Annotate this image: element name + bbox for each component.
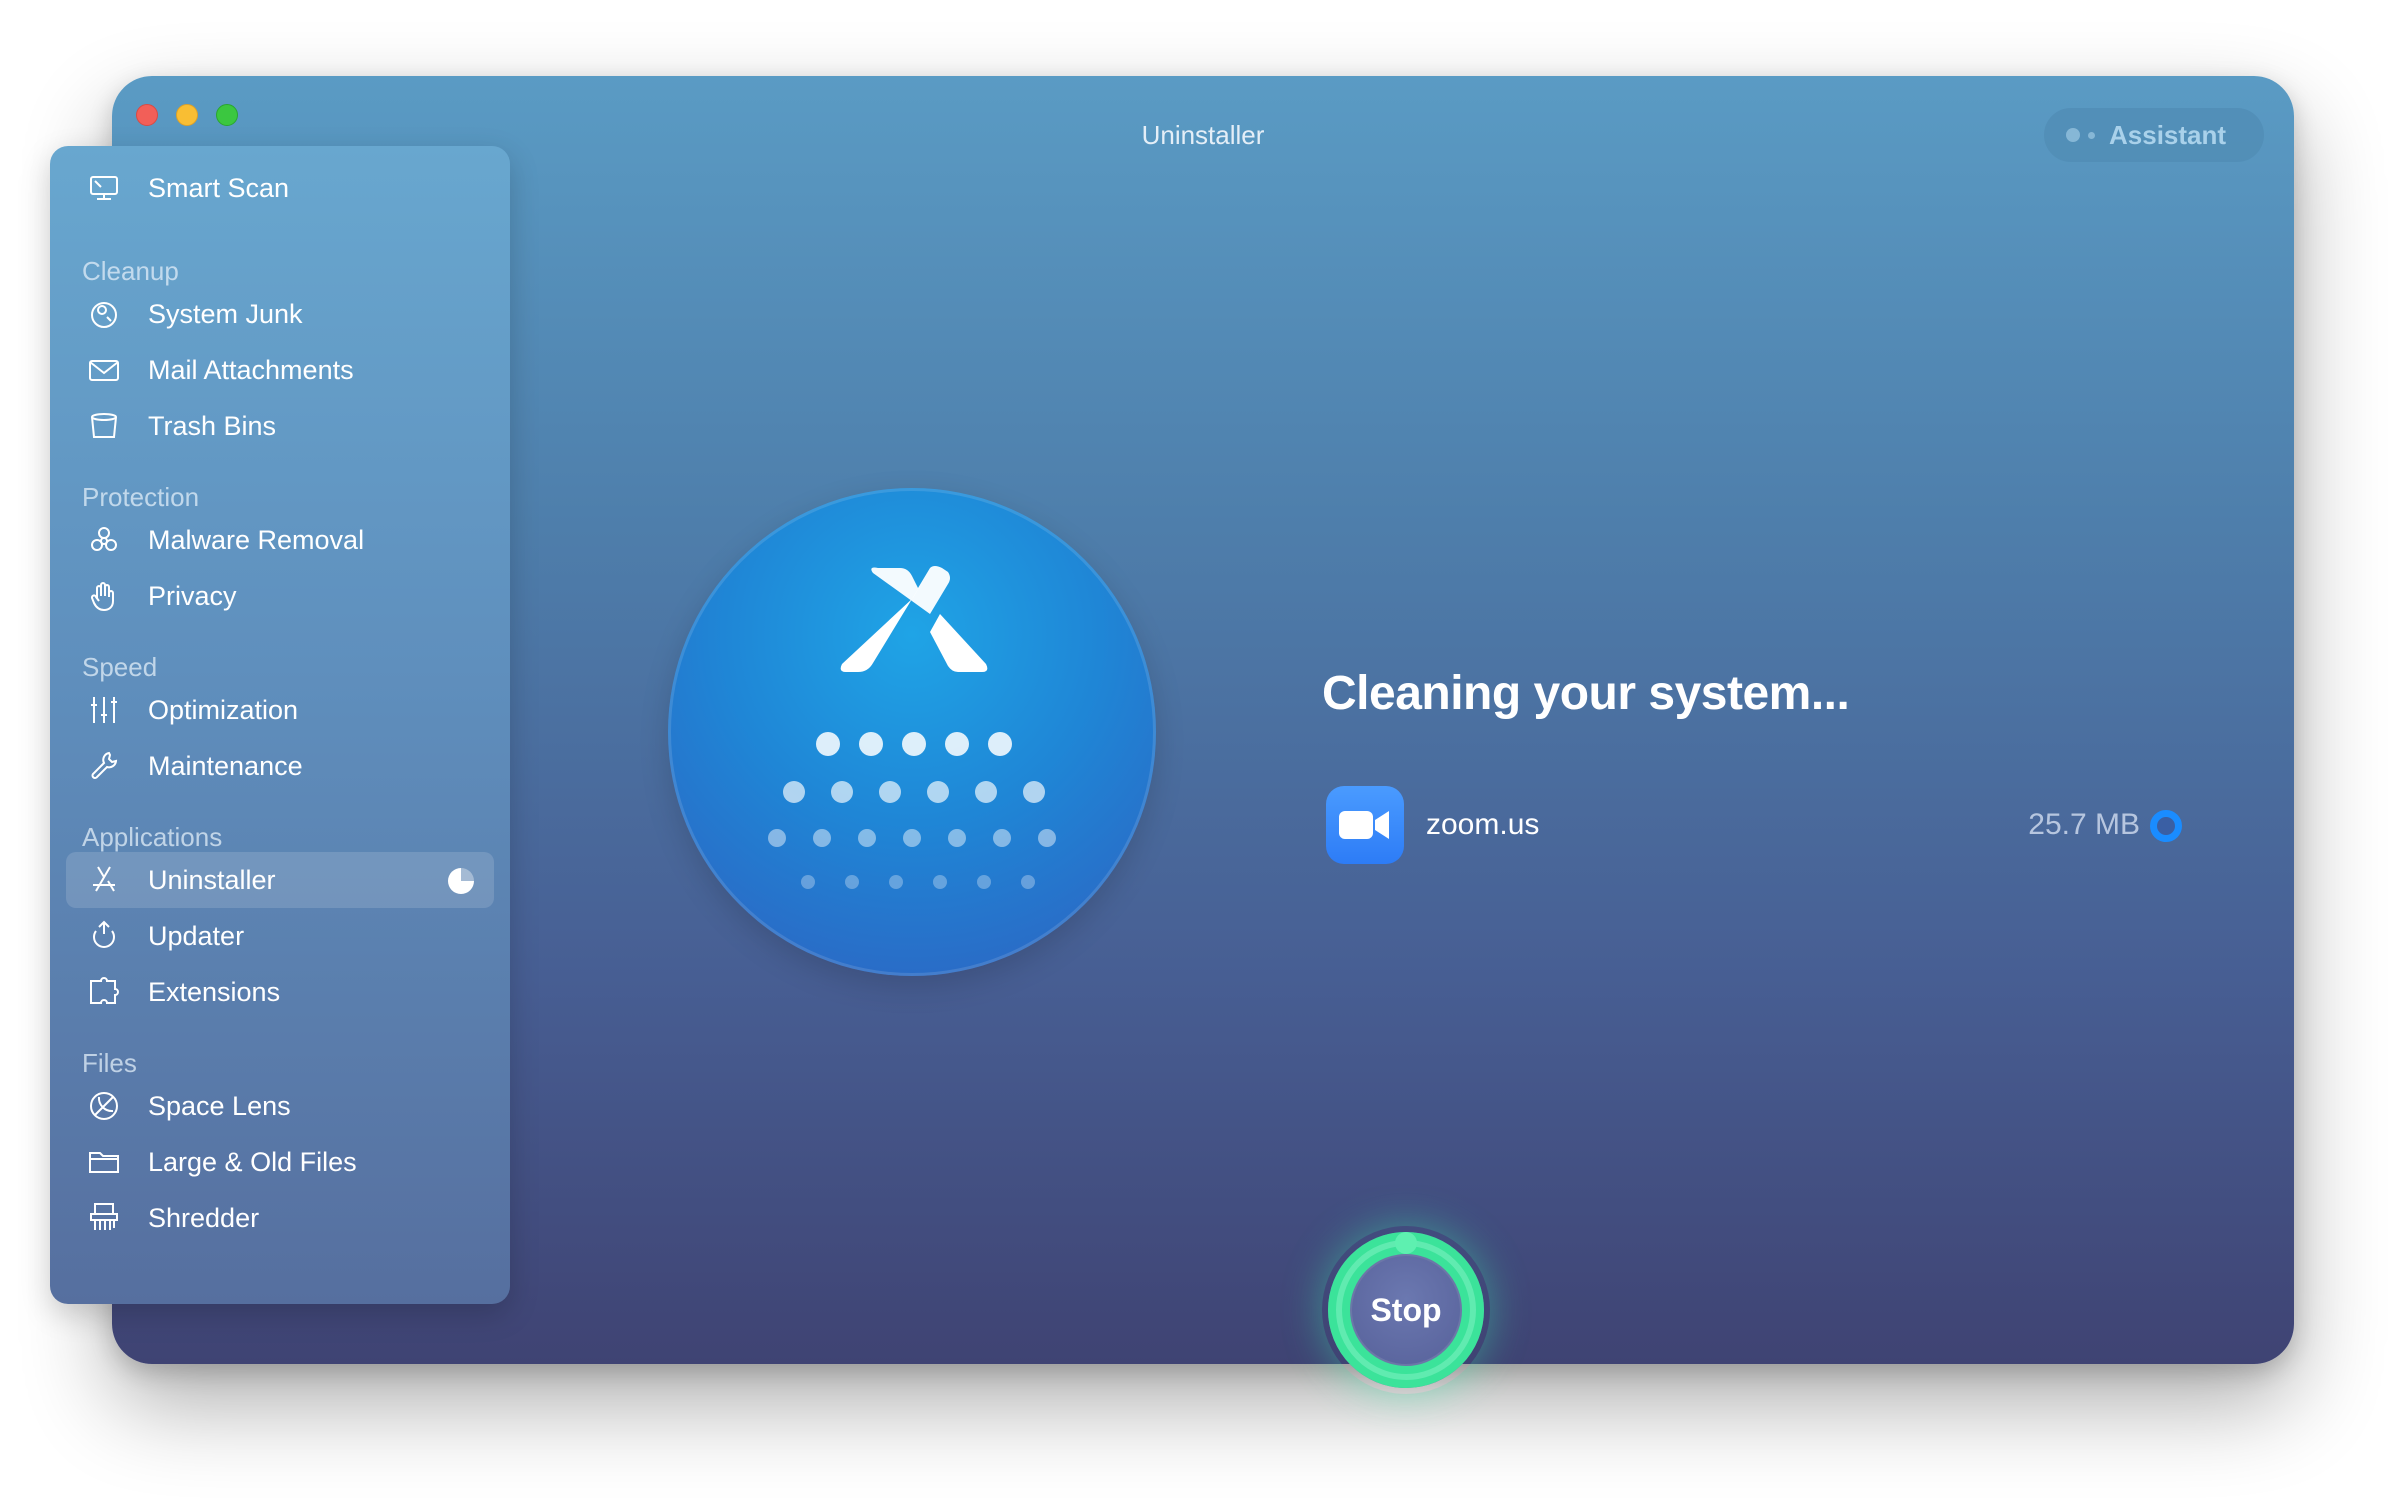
selection-checkbox[interactable] <box>2150 810 2182 842</box>
sidebar-item-extensions[interactable]: Extensions <box>66 964 494 1020</box>
sidebar-item-label: Updater <box>148 920 245 951</box>
sidebar-item-maintenance[interactable]: Maintenance <box>66 738 494 794</box>
sidebar-item-large-old-files[interactable]: Large & Old Files <box>66 1134 494 1190</box>
list-item[interactable]: zoom.us 25.7 MB <box>1326 786 2246 866</box>
system-junk-icon <box>86 296 122 332</box>
sidebar-item-label: Large & Old Files <box>148 1146 357 1177</box>
video-camera-icon <box>1326 786 1404 864</box>
sidebar-item-label: Space Lens <box>148 1090 291 1121</box>
sidebar: Smart Scan Cleanup System Junk Mail Atta… <box>50 146 510 1304</box>
section-header-cleanup: Cleanup <box>82 256 179 286</box>
folder-icon <box>86 1144 122 1180</box>
envelope-icon <box>86 352 122 388</box>
sidebar-item-label: Extensions <box>148 976 281 1007</box>
sidebar-item-label: Mail Attachments <box>148 354 354 385</box>
sidebar-item-label: Smart Scan <box>148 172 290 203</box>
sidebar-item-mail-attachments[interactable]: Mail Attachments <box>66 342 494 398</box>
sidebar-item-optimization[interactable]: Optimization <box>66 682 494 738</box>
sidebar-item-malware-removal[interactable]: Malware Removal <box>66 512 494 568</box>
sliders-icon <box>86 692 122 728</box>
sidebar-item-smart-scan[interactable]: Smart Scan <box>66 160 494 216</box>
sidebar-item-label: Optimization <box>148 694 299 725</box>
shredder-icon <box>86 1200 122 1236</box>
uninstaller-illustration <box>668 488 1156 976</box>
app-name: zoom.us <box>1426 808 1540 841</box>
sidebar-item-label: Trash Bins <box>148 410 277 441</box>
sidebar-item-uninstaller[interactable]: Uninstaller <box>66 852 494 908</box>
assistant-button[interactable]: Assistant <box>2044 108 2264 162</box>
status-heading: Cleaning your system... <box>1322 667 1850 720</box>
section-header-speed: Speed <box>82 652 158 682</box>
sidebar-item-label: Shredder <box>148 1202 260 1233</box>
sidebar-item-shredder[interactable]: Shredder <box>66 1190 494 1246</box>
stop-button[interactable]: Stop <box>1352 1256 1460 1364</box>
assistant-label: Assistant <box>2109 119 2227 150</box>
section-header-files: Files <box>82 1048 137 1078</box>
sidebar-item-updater[interactable]: Updater <box>66 908 494 964</box>
sidebar-item-system-junk[interactable]: System Junk <box>66 286 494 342</box>
uninstaller-icon <box>86 862 122 898</box>
puzzle-icon <box>86 974 122 1010</box>
biohazard-icon <box>86 522 122 558</box>
space-lens-icon <box>86 1088 122 1124</box>
trash-icon <box>86 408 122 444</box>
updater-icon <box>86 918 122 954</box>
assistant-dot-small-icon <box>2088 131 2095 139</box>
sidebar-item-label: Malware Removal <box>148 524 365 555</box>
sidebar-item-space-lens[interactable]: Space Lens <box>66 1078 494 1134</box>
stop-button-ring: Stop <box>1322 1226 1490 1394</box>
hand-icon <box>86 578 122 614</box>
wrench-icon <box>86 748 122 784</box>
sidebar-item-trash-bins[interactable]: Trash Bins <box>66 398 494 454</box>
app-size: 25.7 MB <box>2028 808 2140 841</box>
sidebar-item-label: Privacy <box>148 580 237 611</box>
monitor-icon <box>86 170 122 206</box>
section-header-protection: Protection <box>82 482 200 512</box>
section-header-applications: Applications <box>82 822 223 852</box>
sidebar-item-label: System Junk <box>148 298 303 329</box>
sidebar-item-label: Maintenance <box>148 750 303 781</box>
progress-indicator-icon <box>448 868 474 894</box>
sidebar-item-label: Uninstaller <box>148 864 276 895</box>
sidebar-item-privacy[interactable]: Privacy <box>66 568 494 624</box>
assistant-dot-icon <box>2066 128 2080 142</box>
